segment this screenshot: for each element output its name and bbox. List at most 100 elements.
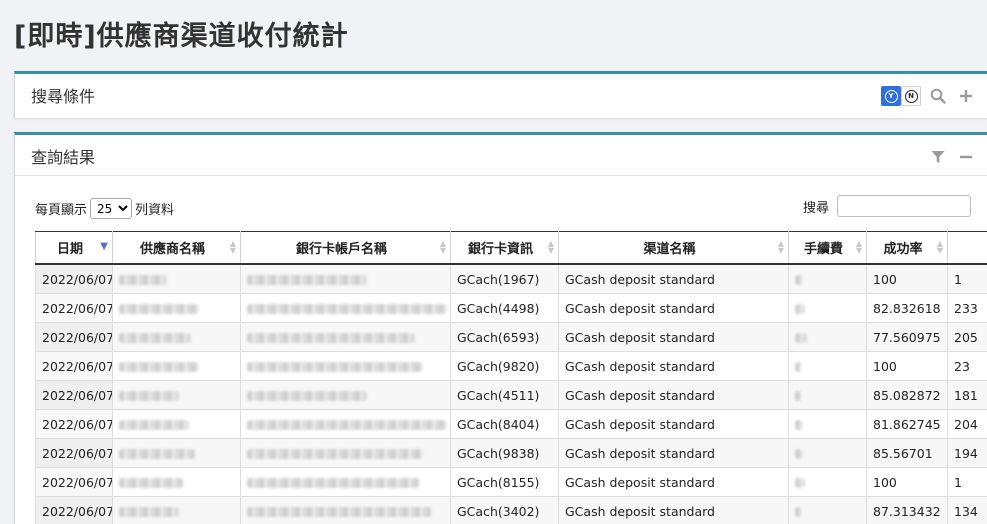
cell-account-name	[240, 467, 451, 497]
redacted-text	[119, 333, 191, 343]
cell-supplier-name	[112, 409, 241, 439]
cell-supplier-name	[112, 351, 241, 381]
table-row[interactable]: 2022/06/07 GCach(6593) GCash deposit stand…	[35, 322, 987, 352]
cell-truncated: 205	[947, 322, 987, 352]
search-panel-tools: Y N	[881, 85, 977, 107]
cell-success-rate: 87.313432	[866, 496, 948, 524]
cell-fee	[788, 351, 867, 381]
cell-fee	[788, 467, 867, 497]
redacted-text	[247, 333, 415, 343]
cell-date: 2022/06/07	[35, 293, 113, 323]
cell-supplier-name	[112, 293, 241, 323]
col-header-account-name[interactable]: 銀行卡帳戶名稱 ▲ ▼	[240, 231, 451, 265]
cell-card-info: GCach(1967)	[450, 263, 559, 294]
cell-success-rate: 100	[866, 351, 948, 381]
cell-channel-name: GCash deposit standard	[558, 496, 789, 524]
col-header-label: 成功率	[883, 242, 923, 257]
redacted-text	[795, 304, 805, 314]
toggle-yes-button[interactable]: Y	[881, 86, 901, 106]
cell-supplier-name	[112, 438, 241, 468]
col-header-fee[interactable]: 手續費 ▲ ▼	[788, 231, 867, 265]
cell-fee	[788, 496, 867, 524]
cell-account-name	[240, 322, 451, 352]
cell-date: 2022/06/07	[35, 438, 113, 468]
table-row[interactable]: 2022/06/07 GCach(8404) GCash deposit stand…	[35, 409, 987, 439]
cell-account-name	[240, 409, 451, 439]
cell-success-rate: 82.832618	[866, 293, 948, 323]
table-row[interactable]: 2022/06/07 GCach(4511) GCash deposit stand…	[35, 380, 987, 410]
cell-date: 2022/06/07	[35, 409, 113, 439]
redacted-text	[795, 275, 803, 285]
table-row[interactable]: 2022/06/07 GCach(8155) GCash deposit stand…	[35, 467, 987, 497]
cell-truncated: 204	[947, 409, 987, 439]
cell-card-info: GCach(9820)	[450, 351, 559, 381]
cell-supplier-name	[112, 496, 241, 524]
redacted-text	[247, 362, 423, 372]
cell-date: 2022/06/07	[35, 322, 113, 352]
table-row[interactable]: 2022/06/07 GCach(4498) GCash deposit stand…	[35, 293, 987, 323]
cell-truncated: 194	[947, 438, 987, 468]
expand-plus-icon[interactable]	[955, 85, 977, 107]
cell-success-rate: 77.560975	[866, 322, 948, 352]
collapse-minus-icon[interactable]	[955, 146, 977, 168]
col-header-supplier[interactable]: 供應商名稱 ▲ ▼	[112, 231, 241, 265]
cell-success-rate: 100	[866, 263, 948, 294]
redacted-text	[247, 391, 367, 401]
page-length-select[interactable]: 25	[90, 198, 133, 219]
results-table: 日期 ▼ 供應商名稱 ▲ ▼ 銀行卡帳戶名稱 ▲ ▼ 銀行卡資訊 ▲ ▼ 渠道名稱 ▲ ▼ 手續費…	[35, 231, 987, 524]
cell-account-name	[240, 380, 451, 410]
cell-fee	[788, 438, 867, 468]
col-header-truncated[interactable]	[947, 231, 987, 265]
table-row[interactable]: 2022/06/07 GCach(9820) GCash deposit stand…	[35, 351, 987, 381]
cell-channel-name: GCash deposit standard	[558, 263, 789, 294]
cell-channel-name: GCash deposit standard	[558, 351, 789, 381]
redacted-text	[247, 449, 423, 459]
col-header-label: 銀行卡資訊	[467, 242, 533, 257]
redacted-text	[795, 391, 801, 401]
redacted-text	[119, 391, 179, 401]
col-header-channel[interactable]: 渠道名稱 ▲ ▼	[558, 231, 789, 265]
page-title: [即時]供應商渠道收付統計	[14, 21, 349, 52]
cell-account-name	[240, 293, 451, 323]
cell-channel-name: GCash deposit standard	[558, 409, 789, 439]
filter-icon[interactable]	[927, 146, 949, 168]
cell-supplier-name	[112, 467, 241, 497]
sort-desc-icon: ▼	[100, 241, 108, 252]
toggle-yes-label: Y	[884, 89, 898, 103]
cell-fee	[788, 322, 867, 352]
table-search-label: 搜尋	[802, 200, 829, 216]
redacted-text	[795, 420, 803, 430]
col-header-label: 手續費	[803, 242, 843, 257]
toggle-no-button[interactable]: N	[901, 86, 921, 106]
cell-channel-name: GCash deposit standard	[558, 438, 789, 468]
cell-truncated: 181	[947, 380, 987, 410]
results-table-wrapper: 日期 ▼ 供應商名稱 ▲ ▼ 銀行卡帳戶名稱 ▲ ▼ 銀行卡資訊 ▲ ▼ 渠道名稱 ▲ ▼ 手續費…	[35, 231, 987, 524]
search-icon[interactable]	[927, 85, 949, 107]
cell-date: 2022/06/07	[35, 263, 113, 294]
cell-truncated: 233	[947, 293, 987, 323]
cell-card-info: GCach(8155)	[450, 467, 559, 497]
redacted-text	[119, 304, 199, 314]
cell-success-rate: 100	[866, 467, 948, 497]
redacted-text	[119, 362, 199, 372]
page-length-control: 每頁顯示 25 列資料	[35, 198, 174, 219]
table-row[interactable]: 2022/06/07 GCach(1967) GCash deposit stand…	[35, 263, 987, 294]
table-row[interactable]: 2022/06/07 GCach(9838) GCash deposit stand…	[35, 438, 987, 468]
redacted-text	[795, 478, 805, 488]
table-search-input[interactable]	[837, 195, 971, 217]
col-header-date[interactable]: 日期 ▼	[35, 231, 113, 265]
page-length-prefix: 每頁顯示	[35, 203, 88, 218]
sort-both-icon: ▲ ▼	[229, 239, 236, 255]
search-conditions-panel: 搜尋條件 Y N	[14, 71, 987, 118]
sort-both-icon: ▲ ▼	[855, 239, 862, 255]
cell-card-info: GCach(4511)	[450, 380, 559, 410]
cell-fee	[788, 380, 867, 410]
cell-date: 2022/06/07	[35, 351, 113, 381]
redacted-text	[247, 304, 447, 314]
cell-truncated: 1	[947, 263, 987, 294]
redacted-text	[119, 478, 183, 488]
col-header-card-info[interactable]: 銀行卡資訊 ▲ ▼	[450, 231, 559, 265]
sort-both-icon: ▲ ▼	[547, 239, 554, 255]
col-header-success-rate[interactable]: 成功率 ▲ ▼	[866, 231, 948, 265]
table-row[interactable]: 2022/06/07 GCach(3402) GCash deposit stand…	[35, 496, 987, 524]
